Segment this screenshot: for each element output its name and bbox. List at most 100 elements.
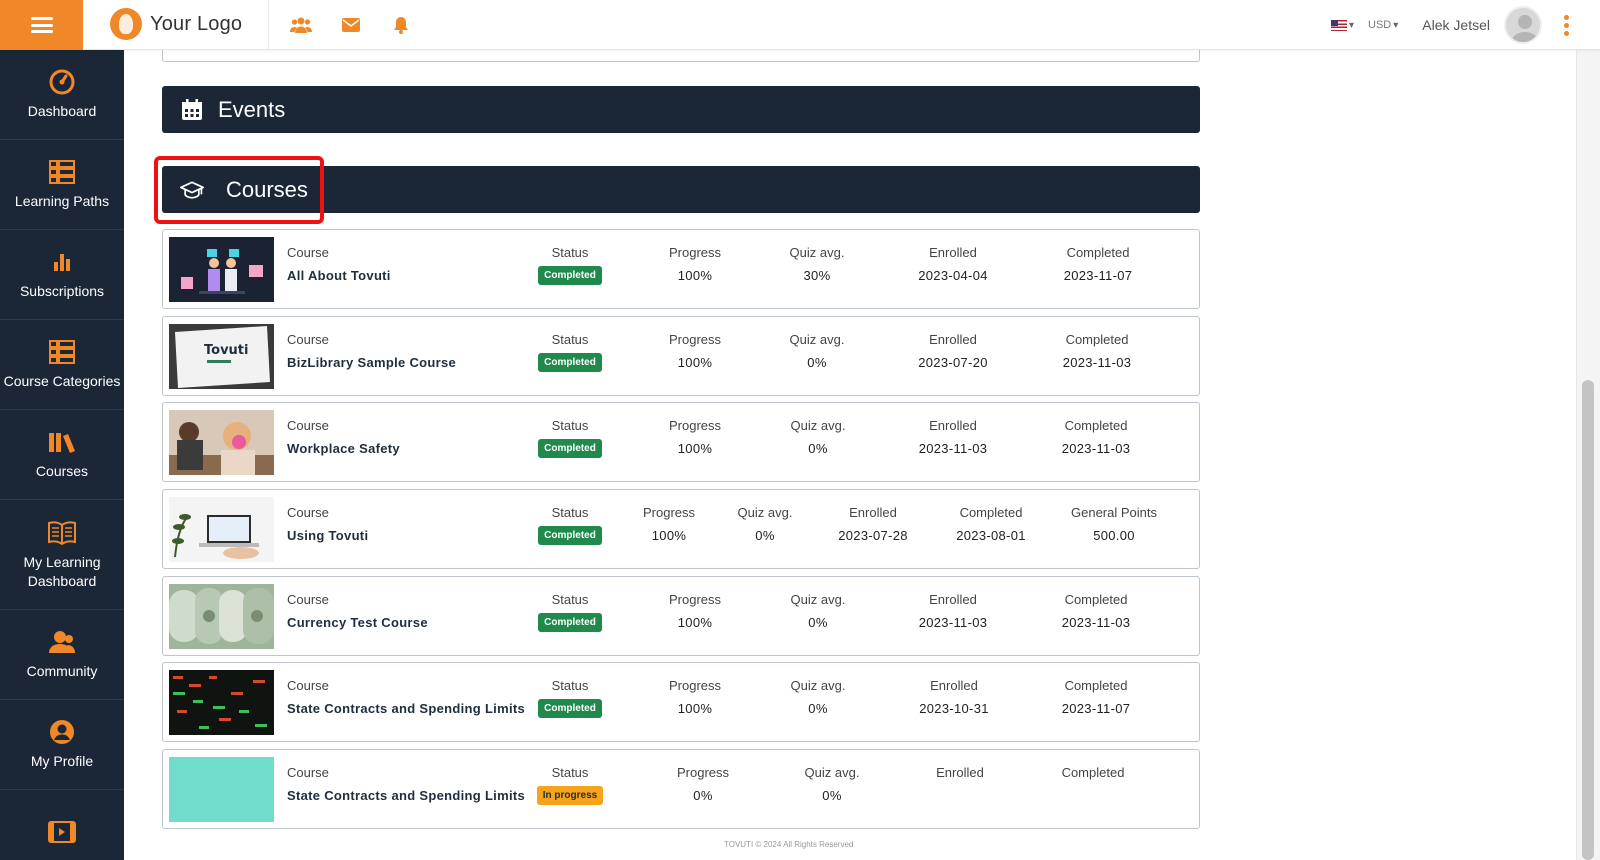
sidebar-item-subscriptions[interactable]: Subscriptions	[0, 230, 124, 320]
course-row[interactable]: Course State Contracts and Spending Limit…	[162, 662, 1200, 742]
completed-cell: Completed 2023-11-03	[1062, 332, 1132, 370]
currency-label: USD	[1368, 19, 1392, 31]
status-cell: Status Completed	[535, 245, 605, 285]
mail-icon[interactable]	[340, 14, 362, 36]
menu-toggle-button[interactable]	[0, 0, 83, 50]
sidebar-item-label: Learning Paths	[14, 193, 110, 209]
completed-cell: Completed 2023-08-01	[956, 505, 1026, 543]
main-content: Events Courses Course All About Tovuti St…	[124, 50, 1576, 860]
status-cell: Status Completed	[535, 332, 605, 372]
courses-section-header[interactable]: Courses	[162, 166, 1200, 213]
course-cell: Course Currency Test Course	[287, 592, 428, 630]
course-name[interactable]: Currency Test Course	[287, 615, 428, 630]
status-cell: Status In progress	[535, 765, 605, 805]
sidebar-item-label: Community	[26, 663, 98, 679]
course-name[interactable]: Workplace Safety	[287, 441, 400, 456]
quiz-cell: Quiz avg. 0%	[804, 765, 860, 803]
status-badge: Completed	[538, 613, 602, 632]
people-icon	[48, 628, 76, 656]
quiz-cell: Quiz avg. 0%	[790, 418, 846, 456]
progress-cell: Progress 100%	[668, 592, 722, 630]
progress-cell: Progress 100%	[668, 678, 722, 716]
course-row[interactable]: Course Currency Test Course Status Complet…	[162, 576, 1200, 656]
completed-cell: Completed	[1061, 765, 1125, 780]
more-options-icon[interactable]	[1564, 14, 1570, 36]
logo[interactable]: Your Logo	[110, 8, 242, 40]
bar-chart-icon	[48, 248, 76, 276]
progress-cell: Progress 100%	[668, 245, 722, 283]
username[interactable]: Alek Jetsel	[1422, 17, 1490, 33]
sidebar-item-courses[interactable]: Courses	[0, 410, 124, 500]
course-cell: Course BizLibrary Sample Course	[287, 332, 457, 370]
enrolled-cell: Enrolled 2023-07-28	[838, 505, 908, 543]
course-row[interactable]: Tovuti Course BizLibrary Sample Course St…	[162, 316, 1200, 396]
sidebar-item-label: My Profile	[30, 753, 94, 769]
user-circle-icon	[48, 718, 76, 746]
sidebar-item-label: My Learning Dashboard	[23, 553, 101, 589]
sidebar-item-label: Course Categories	[3, 373, 121, 389]
general-points-cell: General Points 500.00	[1071, 505, 1157, 543]
course-row[interactable]: Course Workplace Safety Status Completed P…	[162, 402, 1200, 482]
course-name[interactable]: Using Tovuti	[287, 528, 368, 543]
sidebar-item-dashboard[interactable]: Dashboard	[0, 50, 124, 140]
sidebar-item-community[interactable]: Community	[0, 610, 124, 700]
sidebar-item-learning-paths[interactable]: Learning Paths	[0, 140, 124, 230]
status-cell: Status Completed	[535, 418, 605, 458]
course-thumbnail	[169, 497, 274, 562]
quiz-cell: Quiz avg. 0%	[789, 332, 845, 370]
status-cell: Status Completed	[535, 592, 605, 632]
course-thumbnail	[169, 757, 274, 822]
course-row[interactable]: Course All About Tovuti Status Completed P…	[162, 229, 1200, 309]
sidebar: Dashboard Learning Paths Subscriptions C…	[0, 50, 124, 860]
completed-cell: Completed 2023-11-03	[1061, 592, 1131, 630]
events-section-header[interactable]: Events	[162, 86, 1200, 133]
course-row[interactable]: Course Using Tovuti Status Completed Progr…	[162, 489, 1200, 569]
quiz-cell: Quiz avg. 0%	[790, 592, 846, 630]
film-icon	[48, 818, 76, 846]
avatar[interactable]	[1504, 6, 1542, 44]
course-name[interactable]: State Contracts and Spending Limits	[287, 701, 525, 716]
language-selector[interactable]: ▾	[1331, 19, 1354, 31]
course-row[interactable]: Course State Contracts and Spending Limit…	[162, 749, 1200, 829]
quiz-cell: Quiz avg. 0%	[737, 505, 793, 543]
enrolled-cell: Enrolled 2023-11-03	[918, 592, 988, 630]
status-badge: Completed	[538, 439, 602, 458]
quiz-cell: Quiz avg. 0%	[790, 678, 846, 716]
progress-cell: Progress 100%	[668, 332, 722, 370]
page-scrollbar[interactable]	[1576, 50, 1600, 860]
course-thumbnail: Tovuti	[169, 324, 274, 389]
progress-cell: Progress 0%	[676, 765, 730, 803]
status-cell: Status Completed	[535, 505, 605, 545]
status-cell: Status Completed	[535, 678, 605, 718]
gauge-icon	[48, 68, 76, 96]
course-cell: Course Workplace Safety	[287, 418, 400, 456]
course-cell: Course Using Tovuti	[287, 505, 369, 543]
sidebar-item-course-categories[interactable]: Course Categories	[0, 320, 124, 410]
bell-icon[interactable]	[390, 14, 412, 36]
sidebar-item-my-learning-dashboard[interactable]: My Learning Dashboard	[0, 500, 124, 610]
course-thumbnail	[169, 237, 274, 302]
sidebar-item-media[interactable]	[0, 790, 124, 860]
status-badge: In progress	[536, 786, 604, 805]
list-grid-icon	[48, 158, 76, 186]
course-name[interactable]: BizLibrary Sample Course	[287, 355, 456, 370]
completed-cell: Completed 2023-11-07	[1061, 678, 1131, 716]
logo-mark-icon	[110, 8, 142, 40]
sidebar-item-my-profile[interactable]: My Profile	[0, 700, 124, 790]
events-title: Events	[218, 96, 286, 122]
footer-copyright: TOVUTI © 2024 All Rights Reserved	[724, 840, 854, 849]
currency-selector[interactable]: USD ▾	[1368, 19, 1398, 31]
progress-cell: Progress 100%	[642, 505, 696, 543]
sidebar-item-label: Dashboard	[27, 103, 97, 119]
course-name[interactable]: All About Tovuti	[287, 268, 391, 283]
status-badge: Completed	[538, 699, 602, 718]
books-icon	[48, 428, 76, 456]
course-cell: Course All About Tovuti	[287, 245, 391, 283]
list-grid-icon	[48, 338, 76, 366]
scrollbar-thumb[interactable]	[1582, 380, 1594, 860]
enrolled-cell: Enrolled 2023-07-20	[918, 332, 988, 370]
course-thumbnail	[169, 670, 274, 735]
previous-section-card	[162, 50, 1200, 62]
users-icon[interactable]	[290, 14, 312, 36]
course-name[interactable]: State Contracts and Spending Limits	[287, 788, 525, 803]
